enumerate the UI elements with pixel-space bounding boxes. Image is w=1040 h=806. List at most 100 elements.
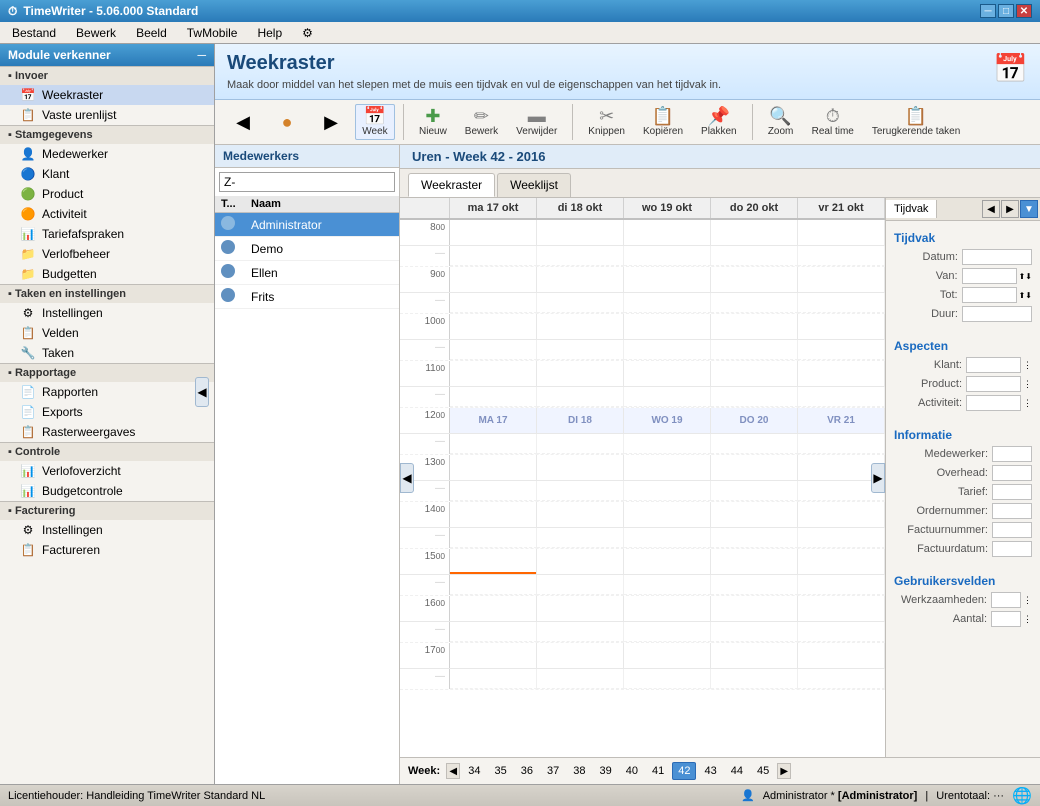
grid-cell-half[interactable] (798, 528, 885, 548)
today-button[interactable]: ● (267, 110, 307, 134)
sidebar-section-taken[interactable]: ▪ Taken en instellingen (0, 284, 214, 303)
grid-cell[interactable] (798, 314, 885, 339)
grid-cell[interactable] (450, 502, 537, 527)
menu-twmobile[interactable]: TwMobile (179, 24, 246, 42)
zoom-button[interactable]: 🔍 Zoom (761, 104, 801, 140)
grid-cell-half[interactable] (450, 434, 537, 454)
sidebar-section-facturering[interactable]: ▪ Facturering (0, 501, 214, 520)
week-num-36[interactable]: 36 (515, 762, 539, 780)
grid-cell-half[interactable] (450, 669, 537, 689)
werkzaamheden-more-icon[interactable]: ⋮ (1023, 595, 1032, 606)
grid-cell[interactable] (624, 314, 711, 339)
sidebar-item-vaste-urenlijst[interactable]: 📋 Vaste urenlijst (0, 105, 214, 125)
grid-cell[interactable] (711, 455, 798, 480)
ordernummer-value[interactable] (992, 503, 1032, 519)
klant-more-icon[interactable]: ⋮ (1023, 360, 1032, 371)
grid-cell[interactable] (624, 502, 711, 527)
grid-left-handle[interactable]: ◀ (400, 463, 414, 493)
grid-cell[interactable] (537, 643, 624, 668)
week-num-39[interactable]: 39 (593, 762, 617, 780)
grid-cell[interactable] (537, 220, 624, 245)
sidebar-item-factureren[interactable]: 📋 Factureren (0, 540, 214, 560)
search-input[interactable] (219, 172, 395, 192)
week-num-44[interactable]: 44 (725, 762, 749, 780)
tot-value[interactable] (962, 287, 1017, 303)
grid-cell-half[interactable] (624, 387, 711, 407)
copy-button[interactable]: 📋 Kopiëren (636, 104, 690, 140)
grid-cell[interactable] (798, 220, 885, 245)
sidebar-item-product[interactable]: 🟢 Product (0, 184, 214, 204)
delete-button[interactable]: ▬ Verwijder (509, 104, 564, 140)
grid-cell-half[interactable] (711, 340, 798, 360)
grid-cell[interactable] (798, 502, 885, 527)
grid-cell-half[interactable] (624, 528, 711, 548)
grid-cell-half[interactable] (450, 622, 537, 642)
grid-cell-half[interactable] (798, 434, 885, 454)
sidebar-item-tariefafspraken[interactable]: 📊 Tariefafspraken (0, 224, 214, 244)
grid-cell[interactable] (624, 267, 711, 292)
sidebar-item-activiteit[interactable]: 🟠 Activiteit (0, 204, 214, 224)
grid-cell[interactable] (624, 549, 711, 574)
week-num-40[interactable]: 40 (620, 762, 644, 780)
van-value[interactable] (962, 268, 1017, 284)
grid-cell-half[interactable] (450, 387, 537, 407)
tab-weeklijst[interactable]: Weeklijst (497, 173, 571, 197)
grid-cell[interactable] (537, 549, 624, 574)
week-grid[interactable]: ◀ ▶ ma 17 okt di 18 okt wo 19 okt do 2 (400, 198, 885, 757)
grid-cell[interactable] (450, 314, 537, 339)
activiteit-value[interactable] (966, 395, 1021, 411)
table-row[interactable]: Administrator (215, 213, 399, 237)
week-scroll-left[interactable]: ◀ (446, 763, 460, 779)
grid-cell-half[interactable] (798, 622, 885, 642)
week-num-34[interactable]: 34 (462, 762, 486, 780)
recurring-button[interactable]: 📋 Terugkerende taken (865, 104, 967, 140)
grid-cell-half[interactable] (450, 293, 537, 313)
aantal-value[interactable] (991, 611, 1021, 627)
aantal-more-icon[interactable]: ⋮ (1023, 614, 1032, 625)
grid-cell[interactable] (450, 220, 537, 245)
grid-cell-half[interactable] (711, 481, 798, 501)
sidebar-item-medewerker[interactable]: 👤 Medewerker (0, 144, 214, 164)
grid-cell-half[interactable] (537, 434, 624, 454)
grid-cell-half[interactable] (450, 528, 537, 548)
grid-cell[interactable] (711, 361, 798, 386)
cut-button[interactable]: ✂ Knippen (581, 104, 632, 140)
grid-cell-half[interactable] (624, 481, 711, 501)
grid-cell[interactable] (537, 455, 624, 480)
overhead-value[interactable] (992, 465, 1032, 481)
grid-cell[interactable]: DO 20 (711, 408, 798, 433)
new-button[interactable]: ✚ Nieuw (412, 104, 454, 140)
grid-cell[interactable] (537, 267, 624, 292)
grid-cell[interactable] (624, 220, 711, 245)
grid-cell-half[interactable] (798, 340, 885, 360)
week-num-37[interactable]: 37 (541, 762, 565, 780)
grid-cell[interactable] (798, 643, 885, 668)
factuurnummer-value[interactable] (992, 522, 1032, 538)
grid-cell-half[interactable] (537, 340, 624, 360)
table-row[interactable]: Demo (215, 237, 399, 261)
sidebar-item-klant[interactable]: 🔵 Klant (0, 164, 214, 184)
sidebar-item-weekraster[interactable]: 📅 Weekraster (0, 85, 214, 105)
grid-cell[interactable] (537, 361, 624, 386)
grid-cell-half[interactable] (798, 669, 885, 689)
van-spin-icon[interactable]: ⬆⬇ (1019, 272, 1032, 281)
sidebar-item-budgetcontrole[interactable]: 📊 Budgetcontrole (0, 481, 214, 501)
grid-cell-half[interactable] (537, 622, 624, 642)
grid-cell-half[interactable] (450, 340, 537, 360)
grid-cell[interactable] (450, 549, 537, 574)
grid-cell[interactable] (711, 220, 798, 245)
week-num-43[interactable]: 43 (698, 762, 722, 780)
week-num-38[interactable]: 38 (567, 762, 591, 780)
grid-cell[interactable] (450, 643, 537, 668)
table-row[interactable]: Frits (215, 285, 399, 309)
week-num-35[interactable]: 35 (488, 762, 512, 780)
tarief-value[interactable] (992, 484, 1032, 500)
grid-cell-half[interactable] (711, 293, 798, 313)
sidebar-section-invoer[interactable]: ▪ Invoer (0, 66, 214, 85)
grid-cell-half[interactable] (450, 481, 537, 501)
sidebar-section-rapportage[interactable]: ▪ Rapportage (0, 363, 214, 382)
grid-cell-half[interactable] (537, 575, 624, 595)
grid-cell-half[interactable] (537, 481, 624, 501)
sidebar-item-taken[interactable]: 🔧 Taken (0, 343, 214, 363)
week-num-41[interactable]: 41 (646, 762, 670, 780)
